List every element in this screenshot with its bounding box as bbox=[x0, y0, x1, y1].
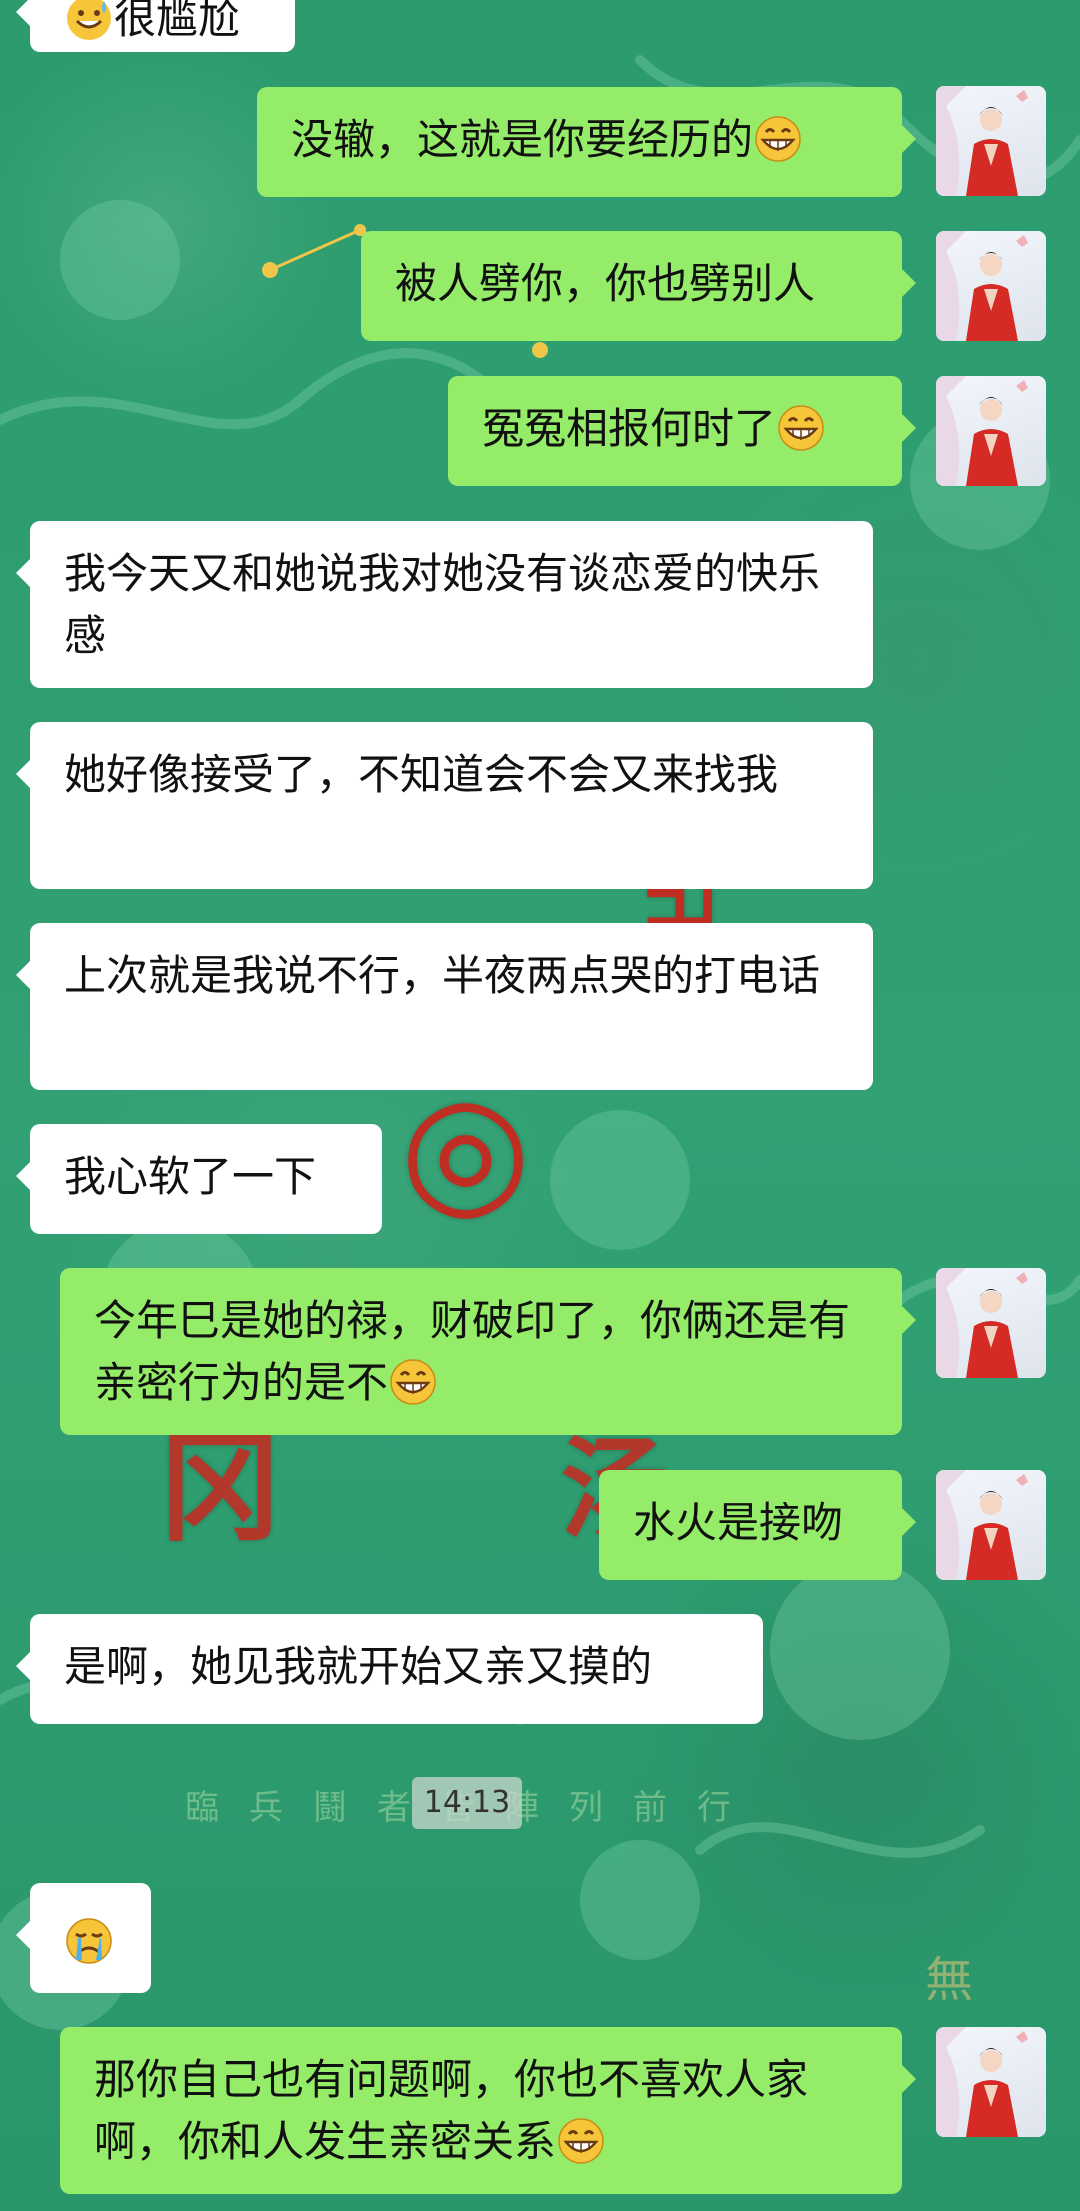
message-text: 是啊，她见我就开始又亲又摸的 bbox=[64, 1642, 653, 1691]
message-bubble-outgoing[interactable]: 今年巳是她的禄，财破印了，你俩还是有亲密行为的是不 bbox=[60, 1268, 916, 1435]
grin-emoji-icon bbox=[556, 2116, 606, 2166]
avatar-portrait-icon bbox=[936, 2027, 1028, 2137]
message-text: 我心软了一下 bbox=[64, 1152, 317, 1201]
crying-emoji-icon bbox=[64, 1916, 114, 1966]
message-bubble-outgoing[interactable]: 那你自己也有问题啊，你也不喜欢人家啊，你和人发生亲密关系 bbox=[60, 2027, 916, 2194]
avatar-portrait-icon bbox=[936, 1470, 1028, 1580]
avatar-portrait-icon bbox=[936, 231, 1028, 341]
avatar[interactable] bbox=[936, 86, 1046, 196]
avatar[interactable] bbox=[936, 376, 1046, 486]
message-bubble-incoming[interactable]: 我今天又和她说我对她没有谈恋爱的快乐感 bbox=[16, 521, 873, 688]
message-text: 今年巳是她的禄，财破印了，你俩还是有亲密行为的是不 bbox=[94, 1296, 851, 1407]
message-text: 我今天又和她说我对她没有谈恋爱的快乐感 bbox=[64, 549, 821, 660]
message-bubble-outgoing[interactable]: 水火是接吻 bbox=[599, 1470, 916, 1580]
avatar[interactable] bbox=[936, 2027, 1046, 2137]
wallpaper-corner-glyph: 無 bbox=[925, 1952, 974, 2008]
grin-emoji-icon bbox=[753, 114, 803, 164]
message-bubble-incoming[interactable]: 我心软了一下 bbox=[16, 1124, 382, 1234]
message-text: 没辙，这就是你要经历的 bbox=[291, 115, 754, 164]
message-text: 水火是接吻 bbox=[633, 1498, 844, 1547]
message-bubble-incoming[interactable]: 很尴尬 bbox=[16, 0, 295, 52]
message-text: 上次就是我说不行，半夜两点哭的打电话 bbox=[64, 951, 821, 1000]
message-text: 她好像接受了，不知道会不会又来找我 bbox=[64, 750, 779, 799]
sweat-laugh-emoji-icon bbox=[64, 0, 114, 43]
message-bubble-incoming[interactable]: 她好像接受了，不知道会不会又来找我 bbox=[16, 722, 873, 889]
avatar[interactable] bbox=[936, 1470, 1046, 1580]
message-bubble-outgoing[interactable]: 冤冤相报何时了 bbox=[448, 376, 916, 486]
avatar[interactable] bbox=[936, 1268, 1046, 1378]
message-text: 冤冤相报何时了 bbox=[482, 404, 777, 453]
message-bubble-outgoing[interactable]: 被人劈你，你也劈别人 bbox=[361, 231, 916, 341]
message-bubble-incoming[interactable]: 上次就是我说不行，半夜两点哭的打电话 bbox=[16, 923, 873, 1090]
message-bubble-incoming[interactable]: 是啊，她见我就开始又亲又摸的 bbox=[16, 1614, 763, 1724]
message-bubble-outgoing[interactable]: 没辙，这就是你要经历的 bbox=[257, 87, 916, 197]
avatar[interactable] bbox=[936, 231, 1046, 341]
message-bubble-incoming[interactable] bbox=[16, 1883, 151, 1993]
avatar-portrait-icon bbox=[936, 1268, 1028, 1378]
message-text: 很尴尬 bbox=[114, 0, 241, 43]
grin-emoji-icon bbox=[388, 1357, 438, 1407]
message-text: 那你自己也有问题啊，你也不喜欢人家啊，你和人发生亲密关系 bbox=[94, 2055, 809, 2166]
avatar-portrait-icon bbox=[936, 376, 1028, 486]
grin-emoji-icon bbox=[776, 403, 826, 453]
avatar-portrait-icon bbox=[936, 86, 1028, 196]
message-timestamp: 14:13 bbox=[412, 1777, 522, 1829]
message-text: 被人劈你，你也劈别人 bbox=[395, 259, 816, 308]
